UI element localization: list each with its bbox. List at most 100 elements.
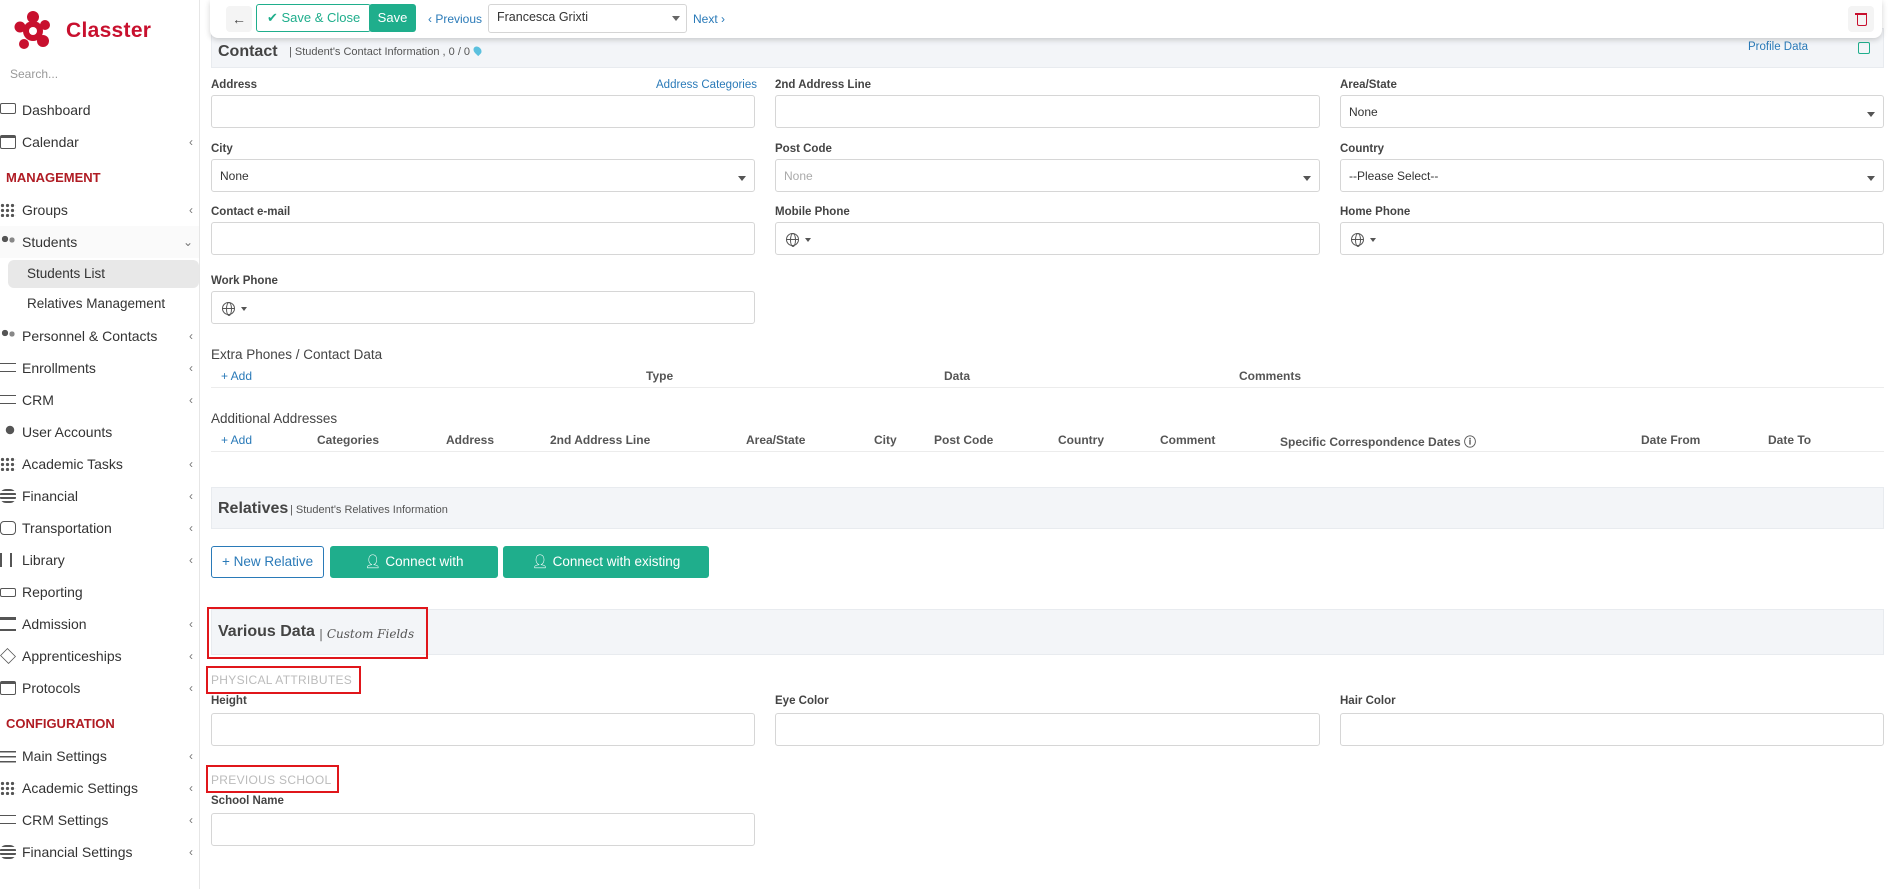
sidebar-item-financial-settings[interactable]: Financial Settings ‹ xyxy=(0,836,199,868)
sidebar-item-label: Financial xyxy=(22,488,79,504)
home-phone-input[interactable] xyxy=(1340,222,1884,255)
hair-color-input[interactable] xyxy=(1340,713,1884,746)
address-categories-link[interactable]: Address Categories xyxy=(656,79,757,91)
caret-down-icon[interactable] xyxy=(1370,238,1376,242)
mobile-phone-label: Mobile Phone xyxy=(775,206,850,218)
sidebar-item-academic-tasks[interactable]: Academic Tasks ‹ xyxy=(0,448,199,480)
mobile-phone-input[interactable] xyxy=(775,222,1320,255)
section-management: MANAGEMENT xyxy=(6,170,101,185)
sidebar-item-main-settings[interactable]: Main Settings ‹ xyxy=(0,740,199,772)
hair-color-label: Hair Color xyxy=(1340,695,1396,707)
city-select[interactable]: None xyxy=(211,159,755,192)
sidebar-item-financial[interactable]: Financial ‹ xyxy=(0,480,199,512)
sidebar-item-label: Library xyxy=(22,552,65,568)
sidebar-item-enrollments[interactable]: Enrollments ‹ xyxy=(0,352,199,384)
protocols-icon xyxy=(0,681,16,695)
area-state-select[interactable]: None xyxy=(1340,95,1884,128)
sidebar-item-dashboard[interactable]: Dashboard xyxy=(0,94,199,126)
city-value: None xyxy=(220,169,249,183)
caret-down-icon xyxy=(1303,176,1311,181)
sidebar-item-reporting[interactable]: Reporting xyxy=(0,576,199,608)
map-icon[interactable] xyxy=(1858,42,1870,54)
sidebar-item-admission[interactable]: Admission ‹ xyxy=(0,608,199,640)
sidebar-item-label: Admission xyxy=(22,616,87,632)
key-icon xyxy=(0,425,16,439)
logo[interactable]: Classter xyxy=(0,0,199,62)
column-header: 2nd Address Line xyxy=(550,433,651,447)
sidebar-item-protocols[interactable]: Protocols ‹ xyxy=(0,672,199,704)
grid-icon xyxy=(0,781,16,795)
sidebar-item-label: Calendar xyxy=(22,134,79,150)
various-data-section-header: Various Data | Custom Fields xyxy=(211,609,1884,655)
caret-down-icon[interactable] xyxy=(805,238,811,242)
highlight-box xyxy=(207,607,428,659)
address-input[interactable] xyxy=(211,95,755,128)
trash-icon[interactable] xyxy=(1848,6,1874,32)
address2-label: 2nd Address Line xyxy=(775,79,872,91)
sidebar-item-label: User Accounts xyxy=(22,424,113,440)
work-phone-input[interactable] xyxy=(211,291,755,324)
sidebar-item-calendar[interactable]: Calendar ‹ xyxy=(0,126,199,158)
column-header: Type xyxy=(646,369,674,383)
chevron-left-icon: ‹ xyxy=(189,361,193,375)
country-select[interactable]: --Please Select-- xyxy=(1340,159,1884,192)
next-link[interactable]: Next › xyxy=(693,12,725,26)
back-arrow-icon[interactable]: ← xyxy=(226,6,252,32)
chevron-left-icon: ‹ xyxy=(189,845,193,859)
connect-existing-button[interactable]: 👤︎ Connect with Existing xyxy=(330,546,498,599)
height-input[interactable] xyxy=(211,713,755,746)
sidebar-item-label: CRM xyxy=(22,392,54,408)
additional-addresses-title: Additional Addresses xyxy=(211,411,338,426)
globe-icon[interactable] xyxy=(222,302,235,316)
connect-agent-button[interactable]: 👤︎ Connect with existing Agent xyxy=(503,546,709,599)
connect-agent-label: Connect with existing Agent xyxy=(552,554,681,599)
additional-addresses-add-button[interactable]: + Add xyxy=(221,433,252,447)
school-name-input[interactable] xyxy=(211,813,755,846)
eye-color-input[interactable] xyxy=(775,713,1320,746)
sidebar-item-crm-settings[interactable]: CRM Settings ‹ xyxy=(0,804,199,836)
sidebar-search-input[interactable]: Search... xyxy=(0,62,199,86)
students-icon xyxy=(0,235,16,249)
sidebar-item-label: Transportation xyxy=(22,520,112,536)
new-relative-button[interactable]: + New Relative xyxy=(211,546,325,578)
sidebar-subitem-relatives-management[interactable]: Relatives Management xyxy=(8,290,199,318)
caret-down-icon[interactable] xyxy=(241,307,247,311)
divider xyxy=(211,387,1884,388)
address2-input[interactable] xyxy=(775,95,1320,128)
sidebar-item-crm[interactable]: CRM ‹ xyxy=(0,384,199,416)
sidebar-item-apprenticeships[interactable]: Apprenticeships ‹ xyxy=(0,640,199,672)
chevron-left-icon: ‹ xyxy=(189,457,193,471)
profile-data-link[interactable]: Profile Data xyxy=(1748,41,1808,53)
sidebar-subitem-students-list[interactable]: Students List xyxy=(8,260,199,288)
user-plus-icon: 👤︎ xyxy=(364,554,382,569)
chevron-down-icon: ⌄ xyxy=(182,235,193,249)
contact-email-label: Contact e-mail xyxy=(211,206,291,218)
sidebar-item-label: Personnel & Contacts xyxy=(22,328,158,344)
postcode-select[interactable]: None xyxy=(775,159,1320,192)
previous-link[interactable]: ‹ Previous xyxy=(428,12,482,26)
postcode-value: None xyxy=(784,169,813,183)
extra-phones-add-button[interactable]: + Add xyxy=(221,369,252,383)
sidebar-item-personnel[interactable]: Personnel & Contacts ‹ xyxy=(0,320,199,352)
globe-icon[interactable] xyxy=(1351,233,1364,247)
column-header: Data xyxy=(944,369,971,383)
book-icon xyxy=(0,553,12,567)
sidebar-item-academic-settings[interactable]: Academic Settings ‹ xyxy=(0,772,199,804)
sidebar-item-user-accounts[interactable]: User Accounts xyxy=(0,416,199,448)
sidebar-item-students[interactable]: Students ⌄ xyxy=(0,226,199,258)
globe-icon[interactable] xyxy=(786,233,799,247)
column-header: Area/State xyxy=(746,433,806,447)
chevron-left-icon: ‹ xyxy=(189,617,193,631)
contact-email-input[interactable] xyxy=(211,222,755,255)
main-content: Contact | Student's Contact Information … xyxy=(206,0,1884,889)
sidebar-item-library[interactable]: Library ‹ xyxy=(0,544,199,576)
record-select[interactable]: Francesca Grixti xyxy=(488,4,687,33)
bus-icon xyxy=(0,521,16,535)
sidebar-item-groups[interactable]: Groups ‹ xyxy=(0,194,199,226)
sliders-icon xyxy=(0,749,16,763)
highlight-box xyxy=(206,666,361,694)
save-close-button[interactable]: ✔ Save & Close xyxy=(256,4,372,32)
crm-icon xyxy=(0,815,16,824)
save-button[interactable]: Save xyxy=(369,4,416,32)
sidebar-item-transportation[interactable]: Transportation ‹ xyxy=(0,512,199,544)
